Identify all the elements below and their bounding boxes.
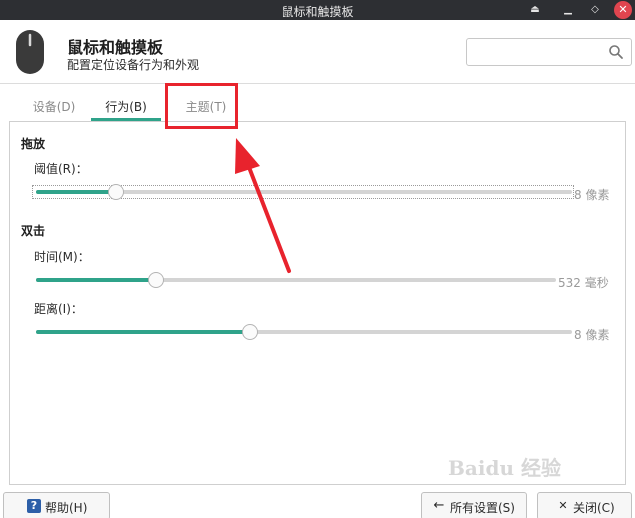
time-slider[interactable] (36, 272, 556, 288)
threshold-slider[interactable] (36, 184, 572, 200)
distance-value: 8 像素 (574, 328, 610, 342)
drag-section-title: 拖放 (21, 137, 46, 151)
threshold-value: 8 像素 (574, 188, 610, 202)
title-bar: 鼠标和触摸板 ⏏ ▁ ◇ ✕ (0, 0, 635, 20)
header: 鼠标和触摸板 配置定位设备行为和外观 (0, 20, 635, 84)
slider-handle[interactable] (147, 272, 164, 288)
help-icon: ? (27, 499, 41, 513)
help-button-label: 帮助(H) (45, 501, 88, 515)
close-button[interactable]: ✕ 关闭(C) (537, 492, 632, 518)
search-box[interactable] (466, 38, 632, 66)
slider-fill (36, 330, 251, 334)
double-click-section-title: 双击 (21, 224, 46, 238)
time-label: 时间(M)： (34, 250, 90, 264)
distance-label: 距离(I)： (34, 302, 83, 316)
page-title: 鼠标和触摸板 (67, 38, 164, 57)
minimize-button[interactable]: ▁ (560, 2, 576, 18)
close-button-label: 关闭(C) (573, 501, 615, 515)
search-input[interactable] (473, 43, 603, 61)
tab-behavior[interactable]: 行为(B) (91, 90, 161, 121)
threshold-label: 阈值(R)： (34, 162, 88, 176)
page-subtitle: 配置定位设备行为和外观 (67, 58, 200, 72)
tab-device[interactable]: 设备(D) (21, 90, 87, 121)
arrow-left-icon: ← (433, 498, 445, 513)
all-settings-button-label: 所有设置(S) (450, 501, 515, 515)
time-value: 532 毫秒 (558, 276, 609, 290)
mouse-icon (16, 30, 44, 74)
behavior-panel: 拖放 阈值(R)： 8 像素 双击 时间(M)： 532 毫秒 距离(I)： 8… (9, 121, 626, 485)
help-button[interactable]: ? 帮助(H) (3, 492, 110, 518)
highlight-box (165, 83, 238, 129)
slider-handle[interactable] (242, 324, 259, 340)
watermark: Baidu 经验 (448, 456, 561, 480)
distance-slider[interactable] (36, 324, 572, 340)
close-window-button[interactable]: ✕ (614, 1, 632, 19)
maximize-button[interactable]: ◇ (587, 2, 603, 18)
search-icon (609, 45, 623, 59)
eject-icon[interactable]: ⏏ (527, 2, 543, 18)
slider-fill (36, 190, 117, 194)
slider-fill (36, 278, 156, 282)
close-icon: ✕ (558, 499, 568, 512)
all-settings-button[interactable]: ← 所有设置(S) (421, 492, 527, 518)
slider-handle[interactable] (108, 184, 125, 200)
